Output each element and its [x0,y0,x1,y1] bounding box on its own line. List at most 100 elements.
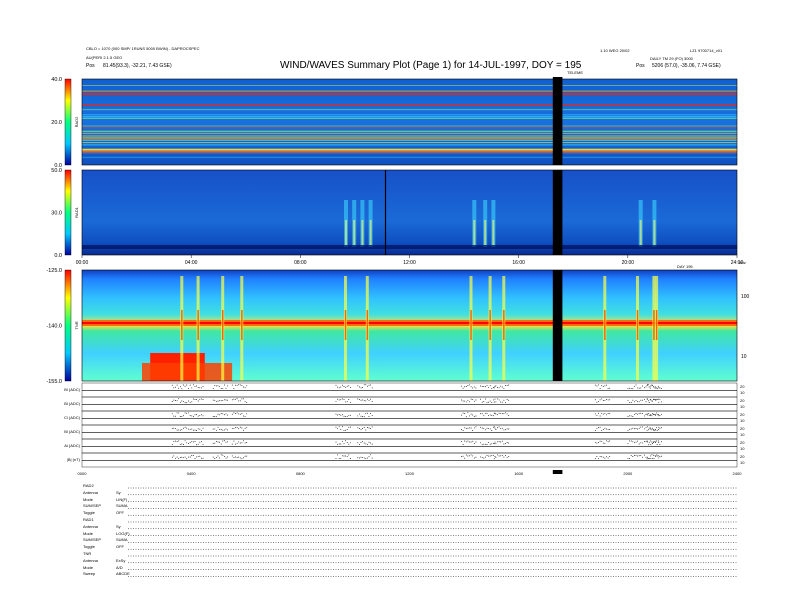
line-burst-point [493,387,495,389]
line-burst-point [243,440,244,442]
line-burst-point [646,429,648,431]
bottom-gap-marker [552,470,563,474]
line-burst-point [643,415,645,417]
line-burst-point [174,415,176,417]
settings-label: RAD2 [83,483,94,488]
line-burst-point [653,398,654,400]
line-burst-point [598,400,599,402]
line-burst-point [243,415,244,417]
line-burst-point [607,441,609,443]
line-burst-point [196,399,198,401]
line-burst-point [648,429,650,431]
line-burst-point [495,443,497,445]
line-burst-point [503,443,505,445]
line-burst-point [171,413,173,415]
line-burst-point [475,426,477,428]
line-right-tick: 20 [740,412,745,417]
line-burst-point [236,412,238,414]
line-burst-point [464,386,466,388]
line-burst-point [215,429,217,431]
line-series-label: Bl (ADC) [64,401,80,406]
line-burst-point [601,385,603,387]
line-burst-point [594,441,596,443]
line-burst-point [171,456,173,458]
line-burst-point [184,402,186,404]
line-burst-point [233,427,235,429]
line-burst-point [465,441,467,443]
line-burst-point [464,427,466,429]
line-burst-point [486,444,488,445]
line-burst-point [186,412,188,414]
line-burst-point [596,456,598,457]
settings-value: OFF [116,510,124,516]
line-burst-point [473,427,475,429]
line-burst-point [601,398,603,400]
line-burst-point [481,386,483,388]
line-burst-point [500,385,502,387]
line-burst-point [655,386,657,388]
line-burst-point [599,415,601,417]
line-burst-point [641,385,643,387]
line-burst-point [214,442,216,444]
settings-label: Mode [83,564,94,570]
line-burst-point [643,398,645,400]
tnr-burst-core [470,310,472,340]
line-burst-point [186,384,188,386]
line-burst-point [200,441,202,443]
line-burst-point [368,399,370,401]
line-burst-point [362,387,364,388]
line-burst-point [186,402,188,404]
line-burst-point [503,456,505,458]
line-burst-point [219,457,221,459]
line-burst-point [632,441,634,443]
line-burst-point [643,428,645,430]
line-burst-point [340,443,342,445]
line-burst-point [189,428,191,430]
line-burst-point [186,442,188,444]
line-burst-point [184,385,186,387]
line-burst-point [646,398,648,400]
line-burst-point [346,455,348,457]
line-burst-point [360,429,362,431]
line-burst-point [346,415,348,417]
rad2-red-band [82,104,737,106]
line-burst-point [653,429,654,431]
line-burst-point [635,441,637,443]
line-burst-point [602,456,604,458]
line-burst-point [236,384,238,386]
line-burst-point [648,400,650,402]
x-tick-bottom-label: 0800 [296,471,306,476]
line-burst-point [661,441,662,443]
rad2-emission-band [82,137,737,139]
line-burst-point [365,400,367,402]
line-burst-point [335,400,337,402]
line-burst-point [467,455,469,457]
line-series-label: Bl (ADC) [64,387,80,392]
line-burst-point [233,440,235,442]
line-burst-point [470,454,472,456]
line-burst-point [235,456,236,458]
line-burst-point [214,428,216,430]
line-burst-point [473,400,475,402]
line-burst-point [469,415,470,417]
line-burst-point [497,454,498,456]
line-burst-point [653,442,654,443]
x-tick-top-label: 04:00 [185,260,198,266]
line-burst-point [648,441,650,443]
line-burst-point [239,400,241,402]
line-burst-point [654,440,656,442]
settings-label: TNR [83,551,92,556]
line-burst-point [501,401,503,403]
line-burst-point [606,414,607,416]
tnr-burst-core [655,310,658,340]
line-burst-point [594,430,596,431]
line-burst-point [233,412,235,414]
line-burst-point [649,415,651,416]
line-burst-point [506,456,508,458]
line-burst-point [341,398,343,400]
line-burst-point [633,455,635,456]
line-burst-point [489,400,491,402]
x-tick-top-label: 00:00 [76,260,89,266]
line-burst-point [632,416,634,418]
line-burst-point [630,387,632,389]
